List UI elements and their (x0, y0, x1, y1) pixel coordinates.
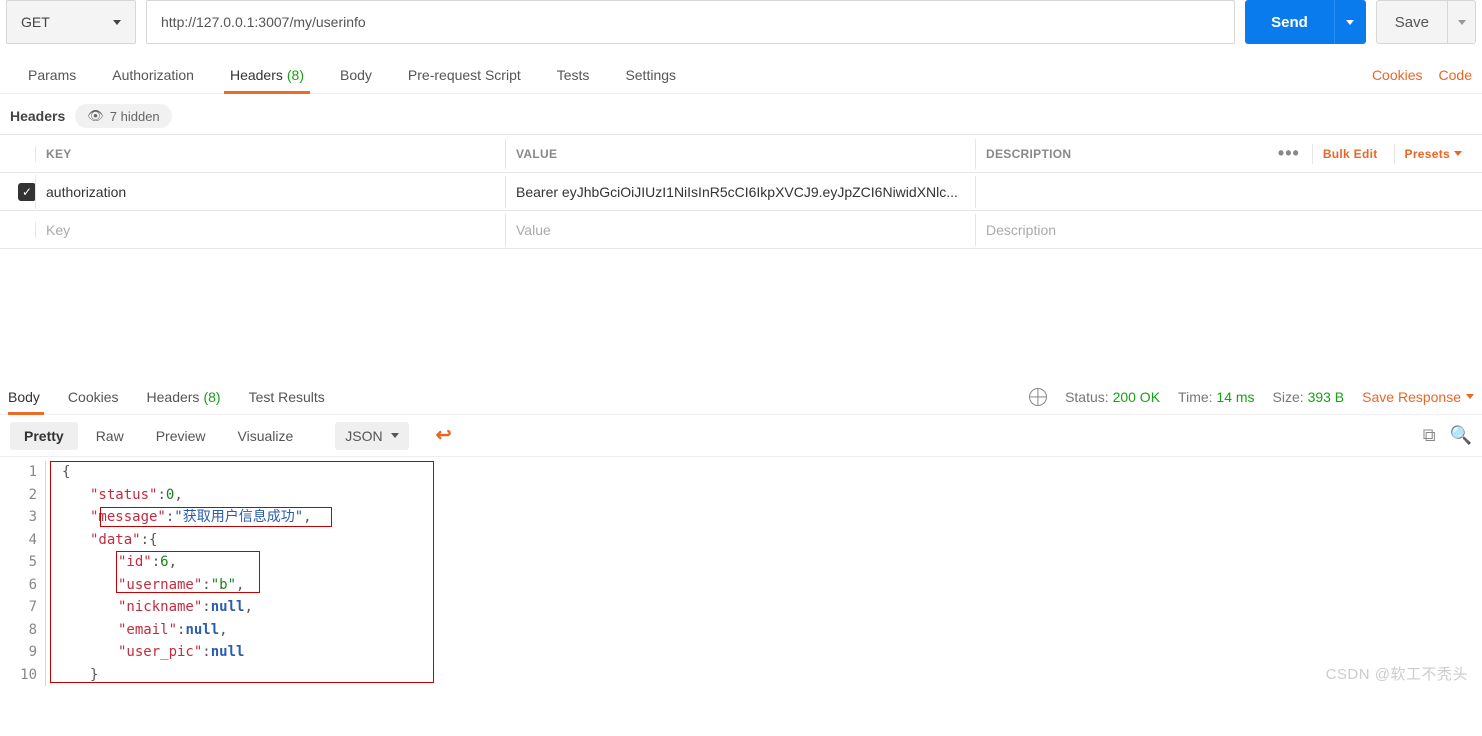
url-text: http://127.0.0.1:3007/my/userinfo (161, 14, 366, 30)
table-row: ✓ authorization Bearer eyJhbGciOiJIUzI1N… (0, 173, 1482, 211)
chevron-down-icon (1458, 20, 1466, 25)
format-select[interactable]: JSON (335, 422, 408, 450)
watermark: CSDN @软工不秃头 (1326, 663, 1468, 684)
table-row: Key Value Description (0, 211, 1482, 249)
presets-link[interactable]: Presets (1394, 144, 1472, 164)
save-dropdown[interactable] (1448, 0, 1476, 44)
view-pretty[interactable]: Pretty (10, 422, 78, 450)
copy-icon[interactable]: ⧉ (1423, 425, 1436, 446)
resp-tab-body[interactable]: Body (8, 379, 54, 414)
time-value: 14 ms (1216, 389, 1254, 405)
time-label: Time: (1178, 389, 1212, 405)
status-label: Status: (1065, 389, 1109, 405)
resp-tab-headers[interactable]: Headers (8) (133, 379, 235, 414)
tab-settings[interactable]: Settings (607, 56, 694, 93)
response-body[interactable]: 1{ 2"status": 0, 3"message": "获取用户信息成功",… (0, 457, 1482, 692)
method-value: GET (21, 14, 50, 30)
header-value-input[interactable]: Bearer eyJhbGciOiJIUzI1NiIsInR5cCI6IkpXV… (506, 176, 976, 208)
header-desc-input[interactable]: Description (976, 214, 1482, 246)
row-checkbox[interactable]: ✓ (18, 183, 36, 201)
tab-tests[interactable]: Tests (539, 56, 608, 93)
url-input[interactable]: http://127.0.0.1:3007/my/userinfo (146, 0, 1235, 44)
chevron-down-icon (1346, 20, 1354, 25)
headers-title: Headers (10, 108, 65, 124)
globe-icon[interactable] (1029, 388, 1047, 406)
headers-count: (8) (287, 67, 304, 83)
bulk-edit-link[interactable]: Bulk Edit (1312, 144, 1388, 164)
hidden-headers-pill[interactable]: 👁 7 hidden (75, 104, 171, 128)
send-dropdown[interactable] (1334, 0, 1366, 44)
tab-params[interactable]: Params (10, 56, 94, 93)
chevron-down-icon (1454, 151, 1462, 156)
tab-body[interactable]: Body (322, 56, 390, 93)
resp-headers-count: (8) (203, 389, 220, 405)
cookies-link[interactable]: Cookies (1372, 67, 1423, 83)
save-response-link[interactable]: Save Response (1362, 389, 1474, 405)
method-select[interactable]: GET (6, 0, 136, 44)
chevron-down-icon (391, 433, 399, 438)
wrap-icon[interactable]: ↩ (431, 423, 457, 449)
header-desc-input[interactable] (976, 184, 1482, 200)
send-button[interactable]: Send (1245, 0, 1334, 44)
code-link[interactable]: Code (1439, 67, 1472, 83)
size-label: Size: (1273, 389, 1304, 405)
view-preview[interactable]: Preview (142, 422, 220, 450)
header-key-input[interactable]: Key (36, 214, 506, 246)
resp-tab-cookies[interactable]: Cookies (54, 379, 133, 414)
col-value: VALUE (506, 139, 976, 169)
save-button[interactable]: Save (1376, 0, 1448, 44)
resp-tab-tests[interactable]: Test Results (235, 379, 339, 414)
tab-prerequest[interactable]: Pre-request Script (390, 56, 539, 93)
headers-table: KEY VALUE DESCRIPTION ••• Bulk Edit Pres… (0, 134, 1482, 249)
status-value: 200 OK (1113, 389, 1160, 405)
header-value-input[interactable]: Value (506, 214, 976, 246)
more-icon[interactable]: ••• (1272, 143, 1306, 164)
search-icon[interactable]: 🔍 (1450, 425, 1472, 446)
chevron-down-icon (113, 20, 121, 25)
view-visualize[interactable]: Visualize (224, 422, 308, 450)
chevron-down-icon (1466, 394, 1474, 399)
size-value: 393 B (1308, 389, 1345, 405)
col-key: KEY (36, 139, 506, 169)
header-key-input[interactable]: authorization (36, 176, 506, 208)
eye-icon: 👁 (87, 108, 104, 124)
tab-authorization[interactable]: Authorization (94, 56, 212, 93)
view-raw[interactable]: Raw (82, 422, 138, 450)
col-desc: DESCRIPTION (986, 147, 1266, 161)
tab-headers[interactable]: Headers (8) (212, 56, 322, 93)
